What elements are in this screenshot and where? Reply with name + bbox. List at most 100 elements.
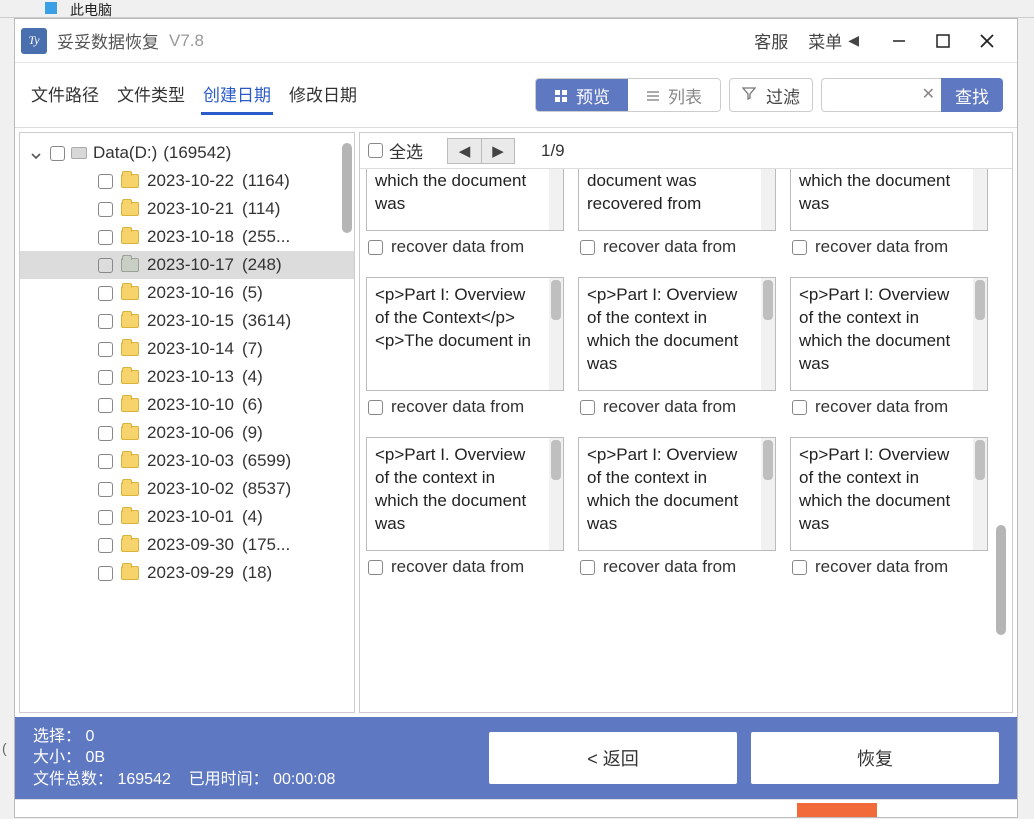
preview-card[interactable]: <p>Part I: Overview</p><p>The document w… xyxy=(578,169,776,257)
preview-card-checkbox[interactable] xyxy=(792,560,807,575)
tree-item[interactable]: 2023-10-01 (4) xyxy=(20,503,354,531)
preview-card[interactable]: <p>Part I. Overview of the context in wh… xyxy=(366,437,564,577)
tree-item[interactable]: 2023-10-14 (7) xyxy=(20,335,354,363)
tree-item[interactable]: 2023-10-18 (255... xyxy=(20,223,354,251)
thumbnail-scrollbar[interactable] xyxy=(549,278,563,390)
preview-card-checkbox[interactable] xyxy=(368,400,383,415)
tree-item[interactable]: 2023-10-21 (114) xyxy=(20,195,354,223)
preview-card-checkbox[interactable] xyxy=(580,240,595,255)
tree-item[interactable]: 2023-10-06 (9) xyxy=(20,419,354,447)
preview-thumbnail[interactable]: <p>Part I: Overview of the Context</p><p… xyxy=(366,277,564,391)
tree-item-checkbox[interactable] xyxy=(98,342,113,357)
tree-item-name: 2023-09-29 xyxy=(147,563,234,583)
tree-item[interactable]: 2023-10-15 (3614) xyxy=(20,307,354,335)
tree-item-checkbox[interactable] xyxy=(98,202,113,217)
tree-item[interactable]: 2023-10-13 (4) xyxy=(20,363,354,391)
thumbnail-scrollbar[interactable] xyxy=(973,169,987,230)
tree-item[interactable]: 2023-09-30 (175... xyxy=(20,531,354,559)
tree-item-checkbox[interactable] xyxy=(98,566,113,581)
close-button[interactable] xyxy=(965,19,1009,63)
tree-item[interactable]: 2023-10-22 (1164) xyxy=(20,167,354,195)
view-preview-button[interactable]: 预览 xyxy=(536,79,628,111)
preview-thumbnail[interactable]: <p>Part I: Overview of the context in wh… xyxy=(578,437,776,551)
tree-root-checkbox[interactable] xyxy=(50,146,65,161)
thumbnail-scrollbar[interactable] xyxy=(761,169,775,230)
preview-card[interactable]: <p>Part I: Overview of the context in wh… xyxy=(790,169,988,257)
pager-next-button[interactable]: ▶ xyxy=(481,138,515,164)
preview-card-filename: recover data from xyxy=(391,397,524,417)
preview-thumbnail[interactable]: <p>Part I. Overview of the context in wh… xyxy=(366,437,564,551)
preview-thumbnail[interactable]: <p>Part I: Overview of the context in wh… xyxy=(578,277,776,391)
menu-link[interactable]: 菜单 xyxy=(808,28,842,53)
preview-card[interactable]: <p>Part I: Overview of the context in wh… xyxy=(578,437,776,577)
tree-item-count: (5) xyxy=(242,283,263,303)
tree-item[interactable]: 2023-10-16 (5) xyxy=(20,279,354,307)
tree-item-checkbox[interactable] xyxy=(98,314,113,329)
menu-arrow-icon[interactable]: ◀ xyxy=(848,32,859,49)
preview-thumbnail[interactable]: <p>Part I: Overview of the context in wh… xyxy=(790,169,988,231)
back-button[interactable]: < 返回 xyxy=(489,732,737,784)
tree-item-checkbox[interactable] xyxy=(98,370,113,385)
preview-card[interactable]: <p>Part I: Overview of the context in wh… xyxy=(790,277,988,417)
preview-thumbnail[interactable]: <p>Part I: Overview of the context in wh… xyxy=(366,169,564,231)
tree-item-checkbox[interactable] xyxy=(98,426,113,441)
preview-card-filename: recover data from xyxy=(603,397,736,417)
list-icon xyxy=(646,88,660,102)
tab-file-path[interactable]: 文件路径 xyxy=(29,75,101,115)
support-link[interactable]: 客服 xyxy=(754,28,788,53)
tree-item-checkbox[interactable] xyxy=(98,286,113,301)
thumbnail-scrollbar[interactable] xyxy=(973,278,987,390)
minimize-button[interactable] xyxy=(877,19,921,63)
tree-item[interactable]: 2023-10-17 (248) xyxy=(20,251,354,279)
search-clear-icon[interactable]: ✕ xyxy=(922,84,935,104)
thumbnail-scrollbar[interactable] xyxy=(973,438,987,550)
preview-card-checkbox[interactable] xyxy=(580,560,595,575)
tree-item-checkbox[interactable] xyxy=(98,538,113,553)
tree-item-count: (3614) xyxy=(242,311,291,331)
maximize-button[interactable] xyxy=(921,19,965,63)
tree-item-checkbox[interactable] xyxy=(98,454,113,469)
tab-created-date[interactable]: 创建日期 xyxy=(201,75,273,115)
tree-item-checkbox[interactable] xyxy=(98,258,113,273)
thumbnail-scrollbar[interactable] xyxy=(549,169,563,230)
preview-card-checkbox[interactable] xyxy=(368,240,383,255)
pager-prev-button[interactable]: ◀ xyxy=(447,138,481,164)
preview-scrollbar[interactable] xyxy=(994,169,1008,706)
preview-thumbnail[interactable]: <p>Part I: Overview of the context in wh… xyxy=(790,437,988,551)
tree-item[interactable]: 2023-10-02 (8537) xyxy=(20,475,354,503)
tree-item-count: (18) xyxy=(242,563,272,583)
preview-card-checkbox[interactable] xyxy=(792,240,807,255)
tree-item-name: 2023-10-18 xyxy=(147,227,234,247)
chevron-down-icon[interactable] xyxy=(30,147,42,167)
tree-item-checkbox[interactable] xyxy=(98,230,113,245)
search-button[interactable]: 查找 xyxy=(941,78,1003,112)
tab-modified-date[interactable]: 修改日期 xyxy=(287,75,359,115)
tree-item-checkbox[interactable] xyxy=(98,174,113,189)
thumbnail-scrollbar[interactable] xyxy=(761,438,775,550)
preview-card[interactable]: <p>Part I: Overview of the Context</p><p… xyxy=(366,277,564,417)
tab-file-type[interactable]: 文件类型 xyxy=(115,75,187,115)
tree-item[interactable]: 2023-09-29 (18) xyxy=(20,559,354,587)
tree-item[interactable]: 2023-10-03 (6599) xyxy=(20,447,354,475)
tree-scrollbar[interactable] xyxy=(340,143,354,702)
tree-item[interactable]: 2023-10-10 (6) xyxy=(20,391,354,419)
select-all-checkbox[interactable] xyxy=(368,143,383,158)
preview-thumbnail[interactable]: <p>Part I: Overview of the context in wh… xyxy=(790,277,988,391)
preview-card-label-row: recover data from xyxy=(578,231,776,257)
preview-card-checkbox[interactable] xyxy=(368,560,383,575)
tree-item-checkbox[interactable] xyxy=(98,398,113,413)
preview-thumbnail[interactable]: <p>Part I: Overview</p><p>The document w… xyxy=(578,169,776,231)
preview-card-checkbox[interactable] xyxy=(580,400,595,415)
recover-button[interactable]: 恢复 xyxy=(751,732,999,784)
preview-card[interactable]: <p>Part I: Overview of the context in wh… xyxy=(366,169,564,257)
filter-button[interactable]: 过滤 xyxy=(729,78,813,112)
tree-item-checkbox[interactable] xyxy=(98,510,113,525)
preview-card[interactable]: <p>Part I: Overview of the context in wh… xyxy=(578,277,776,417)
preview-card-checkbox[interactable] xyxy=(792,400,807,415)
thumbnail-scrollbar[interactable] xyxy=(549,438,563,550)
tree-root[interactable]: Data(D:) (169542) xyxy=(20,139,354,167)
view-list-button[interactable]: 列表 xyxy=(628,79,720,111)
tree-item-checkbox[interactable] xyxy=(98,482,113,497)
thumbnail-scrollbar[interactable] xyxy=(761,278,775,390)
preview-card[interactable]: <p>Part I: Overview of the context in wh… xyxy=(790,437,988,577)
